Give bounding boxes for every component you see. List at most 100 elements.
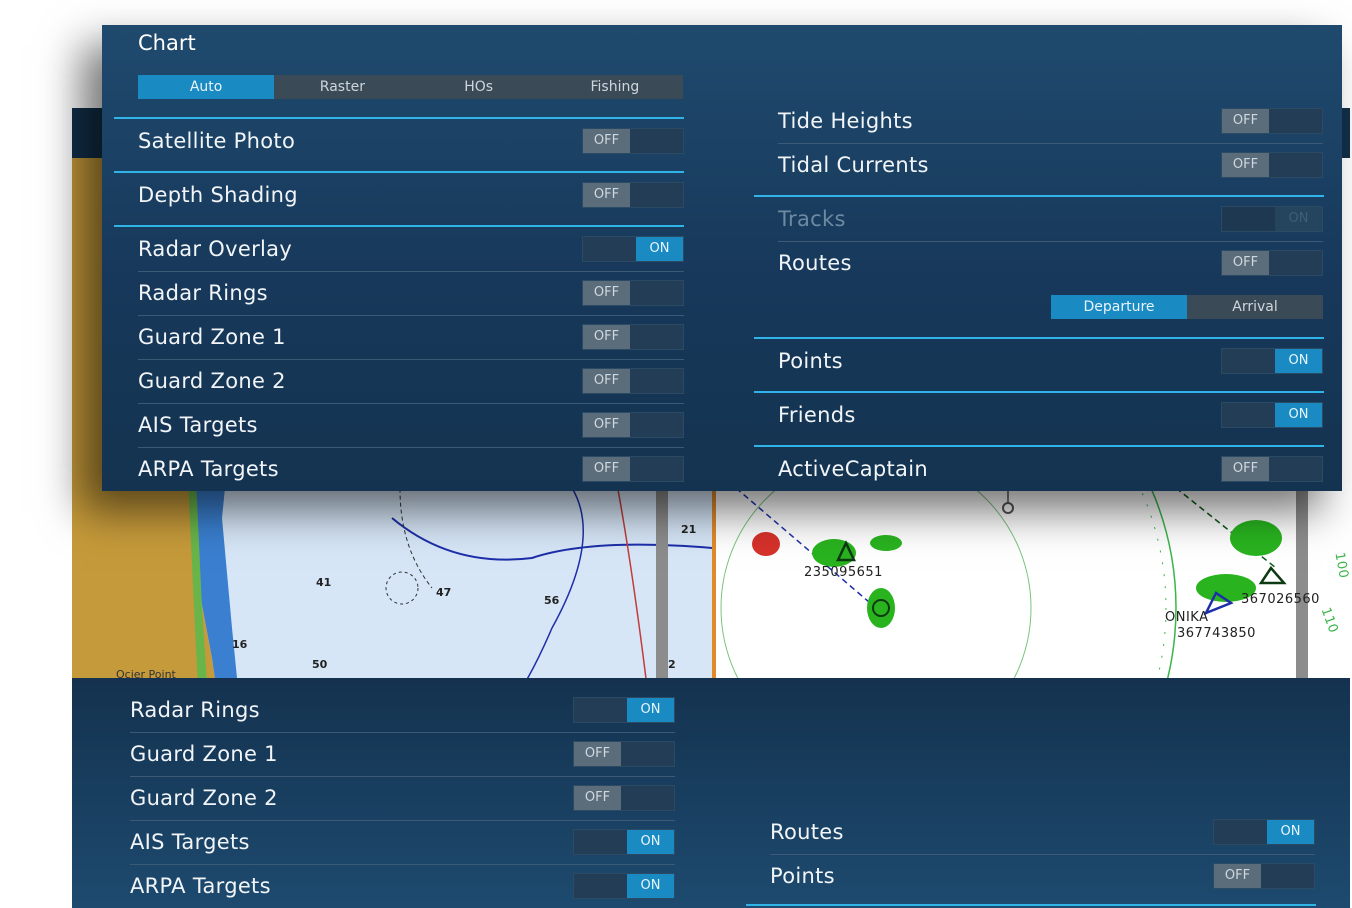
radar-rings-toggle[interactable]: OFF — [582, 280, 684, 306]
row-points: Points OFF — [770, 854, 1315, 898]
row-guard-zone-2: Guard Zone 2 OFF — [130, 776, 675, 821]
chart-type-selector[interactable]: Auto Raster HOs Fishing — [138, 75, 683, 99]
row-label: ARPA Targets — [138, 457, 279, 481]
toggle-state: ON — [627, 830, 674, 854]
chart-type-auto[interactable]: Auto — [138, 75, 275, 99]
chart-type-fishing[interactable]: Fishing — [547, 75, 683, 99]
toggle-state: OFF — [583, 183, 630, 207]
row-label: Guard Zone 1 — [130, 742, 278, 766]
tracks-toggle: ON — [1221, 206, 1323, 232]
guard-zone-2-toggle[interactable]: OFF — [573, 785, 675, 811]
row-routes: Routes ON — [770, 810, 1315, 855]
radar-overlay-toggle[interactable]: ON — [582, 236, 684, 262]
row-label: ActiveCaptain — [778, 457, 928, 481]
row-guard-zone-2: Guard Zone 2 OFF — [138, 359, 684, 404]
row-label: Friends — [778, 403, 856, 427]
points-toggle[interactable]: OFF — [1213, 863, 1315, 889]
toggle-state: ON — [1275, 349, 1322, 373]
row-arpa-targets: ARPA Targets ON — [130, 864, 675, 908]
row-points: Points ON — [778, 339, 1323, 383]
row-label: Points — [770, 864, 835, 888]
row-label: Points — [778, 349, 843, 373]
row-satellite-photo: Satellite Photo OFF — [138, 119, 684, 163]
toggle-state: OFF — [1222, 457, 1269, 481]
route-mode-selector[interactable]: Departure Arrival — [1051, 295, 1323, 319]
depth-shading-toggle[interactable]: OFF — [582, 182, 684, 208]
satellite-photo-toggle[interactable]: OFF — [582, 128, 684, 154]
toggle-state: ON — [1275, 403, 1322, 427]
guard-zone-1-toggle[interactable]: OFF — [582, 324, 684, 350]
row-label: Tide Heights — [778, 109, 913, 133]
row-label: Guard Zone 2 — [138, 369, 286, 393]
row-radar-overlay: Radar Overlay ON — [138, 227, 684, 272]
row-radar-rings: Radar Rings OFF — [138, 271, 684, 316]
radar-target-label: 367743850 — [1177, 626, 1256, 641]
toggle-state: ON — [1267, 820, 1314, 844]
toggle-state: OFF — [583, 413, 630, 437]
row-ais-targets: AIS Targets ON — [130, 820, 675, 865]
depth-label: 41 — [316, 576, 332, 589]
radar-target-label: 235095651 — [804, 565, 883, 580]
row-radar-rings: Radar Rings ON — [130, 688, 675, 733]
chart-type-raster[interactable]: Raster — [274, 75, 410, 99]
guard-zone-1-toggle[interactable]: OFF — [573, 741, 675, 767]
radar-target-label: ONIKA — [1165, 610, 1209, 625]
radar-target-label: 367026560 — [1241, 592, 1320, 607]
row-label: Radar Rings — [130, 698, 260, 722]
row-label: AIS Targets — [138, 413, 258, 437]
toggle-state: OFF — [574, 786, 621, 810]
row-label: Guard Zone 1 — [138, 325, 286, 349]
toggle-state: OFF — [1222, 153, 1269, 177]
toggle-state: OFF — [583, 129, 630, 153]
radar-rings-toggle[interactable]: ON — [573, 697, 675, 723]
row-tidal-currents: Tidal Currents OFF — [778, 143, 1323, 187]
activecaptain-toggle[interactable]: OFF — [1221, 456, 1323, 482]
row-label: Radar Overlay — [138, 237, 293, 261]
depth-label: 21 — [681, 523, 697, 536]
route-mode-departure[interactable]: Departure — [1051, 295, 1187, 319]
toggle-state: OFF — [583, 369, 630, 393]
routes-toggle[interactable]: ON — [1213, 819, 1315, 845]
tidal-currents-toggle[interactable]: OFF — [1221, 152, 1323, 178]
guard-zone-2-toggle[interactable]: OFF — [582, 368, 684, 394]
route-mode-arrival[interactable]: Arrival — [1187, 295, 1323, 319]
ais-targets-toggle[interactable]: ON — [573, 829, 675, 855]
row-routes: Routes OFF — [778, 241, 1323, 285]
toggle-state: OFF — [1214, 864, 1261, 888]
depth-label: 47 — [436, 586, 452, 599]
row-label: AIS Targets — [130, 830, 250, 854]
radar-layers-panel: Radar Rings ON Guard Zone 1 OFF Guard Zo… — [72, 678, 1350, 908]
row-label: Satellite Photo — [138, 129, 296, 153]
points-toggle[interactable]: ON — [1221, 348, 1323, 374]
chart-section-title: Chart — [138, 31, 196, 55]
toggle-state: OFF — [583, 457, 630, 481]
toggle-state: ON — [627, 698, 674, 722]
row-label: Guard Zone 2 — [130, 786, 278, 810]
section-divider — [746, 904, 1316, 906]
toggle-state: ON — [1275, 207, 1322, 231]
row-depth-shading: Depth Shading OFF — [138, 173, 684, 217]
tide-heights-toggle[interactable]: OFF — [1221, 108, 1323, 134]
row-arpa-targets: ARPA Targets OFF — [138, 447, 684, 491]
row-tide-heights: Tide Heights OFF — [778, 99, 1323, 144]
row-label: Routes — [778, 251, 852, 275]
row-label: Depth Shading — [138, 183, 298, 207]
routes-toggle[interactable]: OFF — [1221, 250, 1323, 276]
arpa-targets-toggle[interactable]: ON — [573, 873, 675, 899]
toggle-state: ON — [627, 874, 674, 898]
toggle-state: OFF — [583, 281, 630, 305]
row-label: Tidal Currents — [778, 153, 929, 177]
row-label: Tracks — [778, 207, 846, 231]
toggle-state: OFF — [583, 325, 630, 349]
arpa-targets-toggle[interactable]: OFF — [582, 456, 684, 482]
row-tracks: Tracks ON — [778, 197, 1323, 242]
toggle-state: ON — [636, 237, 683, 261]
row-label: Routes — [770, 820, 844, 844]
row-friends: Friends ON — [778, 393, 1323, 437]
row-label: Radar Rings — [138, 281, 268, 305]
depth-label: 2 — [668, 658, 676, 671]
friends-toggle[interactable]: ON — [1221, 402, 1323, 428]
row-activecaptain: ActiveCaptain OFF — [778, 447, 1323, 491]
chart-type-hos[interactable]: HOs — [411, 75, 547, 99]
ais-targets-toggle[interactable]: OFF — [582, 412, 684, 438]
